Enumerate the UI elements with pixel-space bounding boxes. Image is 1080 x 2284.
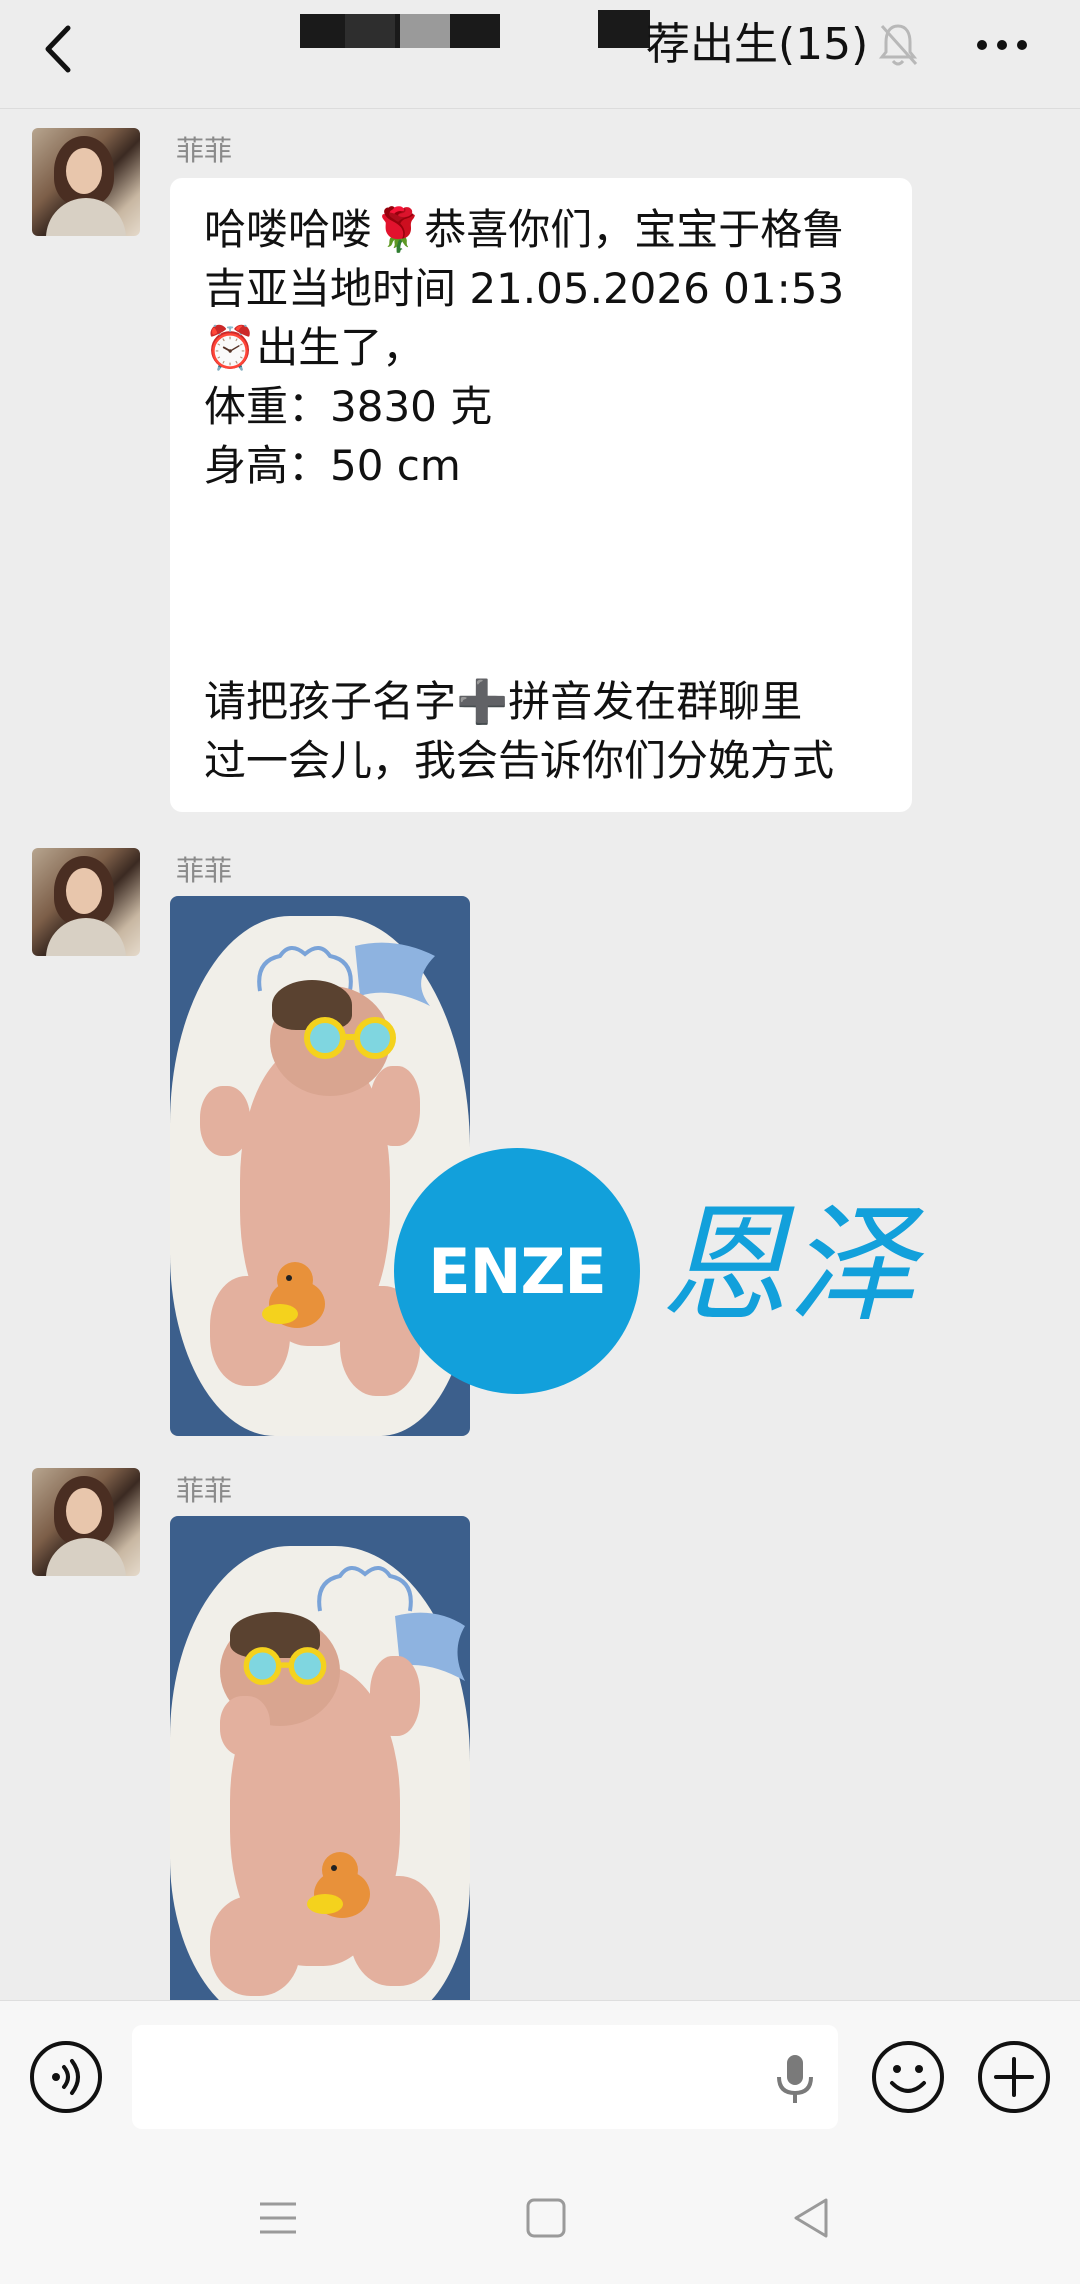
watermark-badge: ENZE	[394, 1148, 640, 1394]
voice-icon	[30, 2041, 102, 2113]
smiley-icon	[872, 2041, 944, 2113]
ellipsis-icon	[977, 40, 1027, 50]
avatar[interactable]	[32, 128, 140, 236]
avatar[interactable]	[32, 1468, 140, 1576]
message-bubble[interactable]: 哈喽哈喽🌹恭喜你们，宝宝于格鲁 吉亚当地时间 21.05.2026 01:53 …	[170, 178, 912, 812]
bell-off-icon	[876, 20, 920, 70]
sender-name: 菲菲	[176, 854, 233, 887]
pony-sticker-icon	[307, 1852, 370, 1918]
microphone-icon[interactable]	[770, 2051, 820, 2107]
triangle-back-icon	[794, 2198, 828, 2238]
menu-icon	[260, 2202, 296, 2234]
baby-photo[interactable]	[170, 896, 470, 1436]
sunglasses-sticker-icon	[243, 1647, 327, 1685]
system-navigation-bar	[0, 2152, 1080, 2284]
sunglasses-sticker-icon	[304, 1017, 396, 1059]
chat-header: 荐出生(15)	[0, 0, 1080, 109]
square-icon	[526, 2198, 566, 2238]
chat-input-bar	[0, 2000, 1080, 2153]
message-line: ⏰出生了，	[204, 323, 425, 372]
emoji-button[interactable]	[870, 2039, 946, 2115]
message-spacer	[204, 495, 878, 672]
pony-sticker-icon	[262, 1262, 325, 1328]
message-line: 身高：50 cm	[204, 441, 461, 490]
baby-photo[interactable]	[170, 1516, 470, 2000]
message-line: 体重：3830 克	[204, 382, 493, 431]
message-line: 请把孩子名字➕拼音发在群聊里	[204, 677, 803, 726]
sender-name: 菲菲	[176, 134, 233, 167]
recent-apps-button[interactable]	[254, 2198, 302, 2238]
redaction-block	[598, 10, 650, 48]
message-line: 吉亚当地时间 21.05.2026 01:53	[204, 264, 845, 313]
redaction-block	[345, 14, 395, 48]
redaction-block	[400, 14, 450, 48]
avatar[interactable]	[32, 848, 140, 956]
watermark-text: 恩泽	[660, 1191, 917, 1340]
sender-name: 菲菲	[176, 1474, 233, 1507]
back-button[interactable]	[30, 14, 90, 84]
voice-button[interactable]	[28, 2039, 104, 2115]
chevron-left-icon	[45, 25, 71, 73]
chat-title: 荐出生(15)	[646, 19, 869, 70]
more-actions-button[interactable]	[976, 2039, 1052, 2115]
message-input[interactable]	[132, 2025, 838, 2129]
system-back-button[interactable]	[786, 2192, 838, 2244]
home-button[interactable]	[522, 2194, 570, 2242]
plus-icon	[978, 2041, 1050, 2113]
more-button[interactable]	[972, 20, 1032, 70]
watermark-badge-text: ENZE	[428, 1234, 607, 1308]
message-line: 哈喽哈喽🌹恭喜你们，宝宝于格鲁	[204, 205, 845, 254]
message-line: 过一会儿，我会告诉你们分娩方式	[204, 736, 835, 785]
